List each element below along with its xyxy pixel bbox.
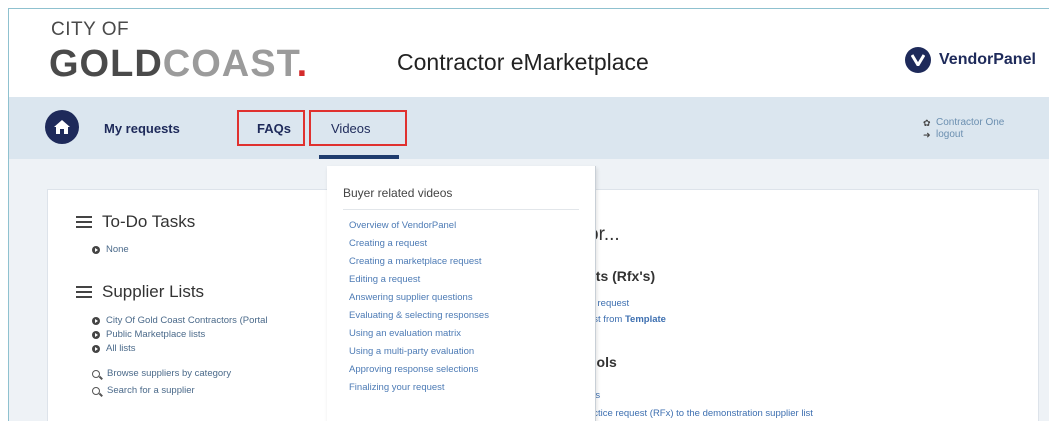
vendorpanel-logo-icon <box>905 47 931 73</box>
dropdown-header: Buyer related videos <box>343 186 453 200</box>
logo-gold-text: GOLD <box>49 43 163 85</box>
user-menu: ✿ Contractor One ➜ logout <box>923 117 1004 141</box>
browse-suppliers-link[interactable]: Browse suppliers by category <box>92 368 231 379</box>
todo-item-label: None <box>106 244 129 255</box>
supplier-list-item[interactable]: City Of Gold Coast Contractors (Portal <box>92 315 268 326</box>
supplier-list-label: Public Marketplace lists <box>106 329 206 340</box>
browse-suppliers-label: Browse suppliers by category <box>107 368 232 379</box>
home-icon <box>54 120 70 134</box>
nav-videos[interactable]: Videos <box>331 121 371 136</box>
video-link[interactable]: Overview of VendorPanel <box>349 220 456 231</box>
video-link[interactable]: Creating a request <box>349 238 427 249</box>
header: CITY OF GOLDCOAST. Contractor eMarketpla… <box>9 9 1049 97</box>
request-from-template-link[interactable]: est from Template <box>588 314 666 325</box>
app-window: CITY OF GOLDCOAST. Contractor eMarketpla… <box>8 8 1049 421</box>
video-link[interactable]: Evaluating & selecting responses <box>349 310 489 321</box>
search-icon <box>92 369 100 378</box>
page-title: Contractor eMarketplace <box>397 49 649 75</box>
supplier-list-item[interactable]: Public Marketplace lists <box>92 329 205 340</box>
list-icon <box>76 285 92 299</box>
video-link[interactable]: Answering supplier questions <box>349 292 473 303</box>
nav-my-requests[interactable]: My requests <box>104 121 180 136</box>
dropdown-divider <box>343 209 579 210</box>
logout-link[interactable]: ➜ logout <box>923 129 1004 141</box>
city-logo[interactable]: GOLDCOAST. <box>49 43 308 86</box>
search-supplier-link[interactable]: Search for a supplier <box>92 385 195 396</box>
logout-label: logout <box>936 129 964 140</box>
arrow-circle-icon <box>92 245 100 254</box>
supplier-list-label: All lists <box>106 343 136 354</box>
search-icon <box>92 386 100 395</box>
home-button[interactable] <box>45 110 79 144</box>
supplier-lists-section-title: Supplier Lists <box>76 282 204 302</box>
video-link[interactable]: Finalizing your request <box>349 382 445 393</box>
video-link[interactable]: Using an evaluation matrix <box>349 328 461 339</box>
video-link[interactable]: Editing a request <box>349 274 420 285</box>
requests-heading: sts (Rfx's) <box>588 268 656 284</box>
search-supplier-label: Search for a supplier <box>107 385 195 396</box>
nav-faqs[interactable]: FAQs <box>257 121 291 136</box>
supplier-lists-title: Supplier Lists <box>102 282 205 301</box>
brand-name: VendorPanel <box>939 51 1036 68</box>
videos-dropdown-menu: Buyer related videos Overview of VendorP… <box>327 166 596 421</box>
list-icon <box>76 215 92 229</box>
user-name: Contractor One <box>936 117 1005 128</box>
video-link[interactable]: Using a multi-party evaluation <box>349 346 474 357</box>
logo-city-of: CITY OF <box>51 19 130 40</box>
arrow-circle-icon <box>92 330 100 339</box>
todo-title: To-Do Tasks <box>102 212 196 231</box>
video-link[interactable]: Approving response selections <box>349 364 478 375</box>
supplier-list-label: City Of Gold Coast Contractors (Portal <box>106 315 268 326</box>
nav-bar: My requests FAQs Videos ✿ Contractor One… <box>9 97 1049 159</box>
arrow-circle-icon <box>92 344 100 353</box>
supplier-list-item[interactable]: All lists <box>92 343 136 354</box>
user-profile-link[interactable]: ✿ Contractor One <box>923 117 1004 129</box>
vendorpanel-logo[interactable]: VendorPanel <box>905 47 1036 73</box>
logo-coast-text: COAST <box>162 43 297 85</box>
template-link-bold: Template <box>624 314 666 325</box>
practice-request-link[interactable]: actice request (RFx) to the demonstratio… <box>588 408 813 419</box>
arrow-circle-icon <box>92 316 100 325</box>
todo-section-title: To-Do Tasks <box>76 212 195 232</box>
logo-dot: . <box>296 43 309 85</box>
video-link[interactable]: Creating a marketplace request <box>349 256 482 267</box>
logout-icon: ➜ <box>923 130 931 140</box>
todo-item: None <box>92 244 129 255</box>
gear-icon: ✿ <box>923 118 931 128</box>
